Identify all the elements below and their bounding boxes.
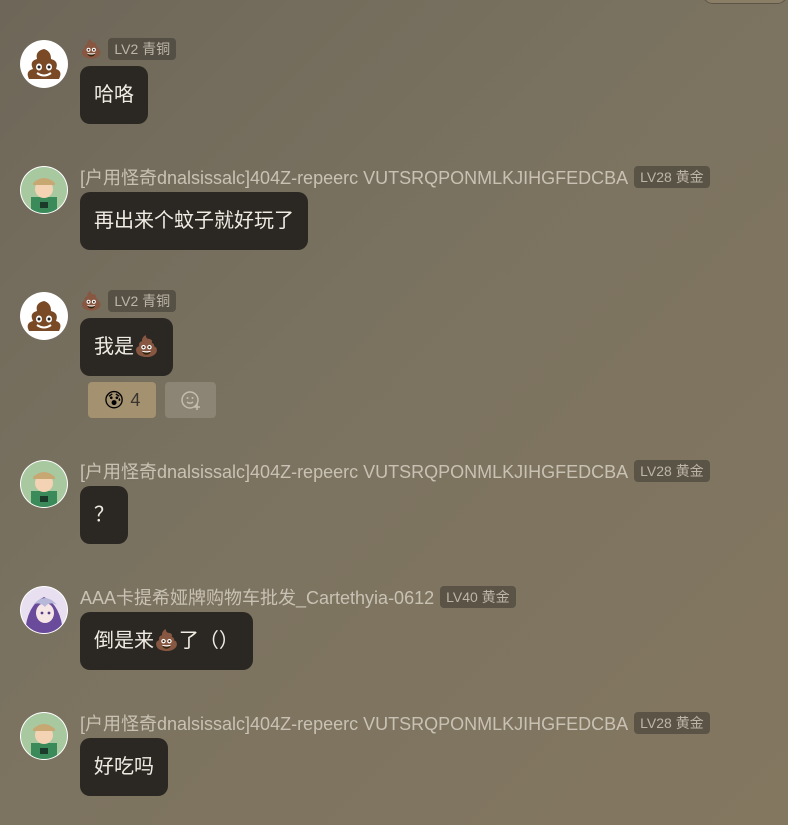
message-bubble[interactable]: 再出来个蚊子就好玩了	[80, 192, 308, 250]
username[interactable]: [户用怪奇dnalsissalc]404Z-repeerc VUTSRQPONM…	[80, 164, 628, 190]
reaction-button[interactable]: 😰 4	[88, 382, 156, 418]
message-bubble[interactable]: 好吃吗	[80, 738, 168, 796]
username[interactable]: 💩	[80, 291, 102, 312]
avatar[interactable]	[20, 460, 68, 508]
reaction-count: 4	[130, 389, 141, 410]
level-badge: LV28 黄金	[634, 712, 710, 734]
avatar[interactable]	[20, 712, 68, 760]
message-meta: [户用怪奇dnalsissalc]404Z-repeerc VUTSRQPONM…	[80, 458, 710, 484]
boy-avatar-icon	[21, 713, 67, 759]
boy-avatar-icon	[21, 461, 67, 507]
message-bubble[interactable]: 我是💩	[80, 318, 173, 376]
level-badge: LV2 青铜	[108, 290, 177, 312]
reactions-row: 😰 4	[88, 382, 216, 418]
level-badge: LV28 黄金	[634, 166, 710, 188]
anime-avatar-icon	[21, 587, 67, 633]
username[interactable]: [户用怪奇dnalsissalc]404Z-repeerc VUTSRQPONM…	[80, 710, 628, 736]
add-reaction-icon	[180, 391, 200, 410]
message-meta: 💩 LV2 青铜	[80, 38, 177, 60]
username[interactable]: [户用怪奇dnalsissalc]404Z-repeerc VUTSRQPONM…	[80, 458, 628, 484]
username[interactable]: 💩	[80, 39, 102, 60]
avatar[interactable]	[20, 40, 68, 88]
add-reaction-button[interactable]	[165, 382, 216, 418]
message-meta: 💩 LV2 青铜	[80, 290, 177, 312]
level-badge: LV40 黄金	[440, 586, 516, 608]
poop-avatar-icon	[21, 293, 67, 339]
poop-avatar-icon	[21, 41, 67, 87]
boy-avatar-icon	[21, 167, 67, 213]
message-bubble[interactable]: 哈咯	[80, 66, 148, 124]
message-meta: [户用怪奇dnalsissalc]404Z-repeerc VUTSRQPONM…	[80, 164, 710, 190]
message-meta: AAA卡提希娅牌购物车批发_Cartethyia-0612 LV40 黄金	[80, 584, 516, 610]
level-badge: LV2 青铜	[108, 38, 177, 60]
top-scroll-pill[interactable]	[702, 0, 788, 4]
avatar[interactable]	[20, 292, 68, 340]
message-bubble[interactable]: ？	[80, 486, 128, 544]
avatar[interactable]	[20, 586, 68, 634]
username[interactable]: AAA卡提希娅牌购物车批发_Cartethyia-0612	[80, 584, 434, 610]
reaction-emoji: 😰	[103, 389, 125, 412]
message-meta: [户用怪奇dnalsissalc]404Z-repeerc VUTSRQPONM…	[80, 710, 710, 736]
level-badge: LV28 黄金	[634, 460, 710, 482]
message-bubble[interactable]: 倒是来💩了（）	[80, 612, 253, 670]
avatar[interactable]	[20, 166, 68, 214]
